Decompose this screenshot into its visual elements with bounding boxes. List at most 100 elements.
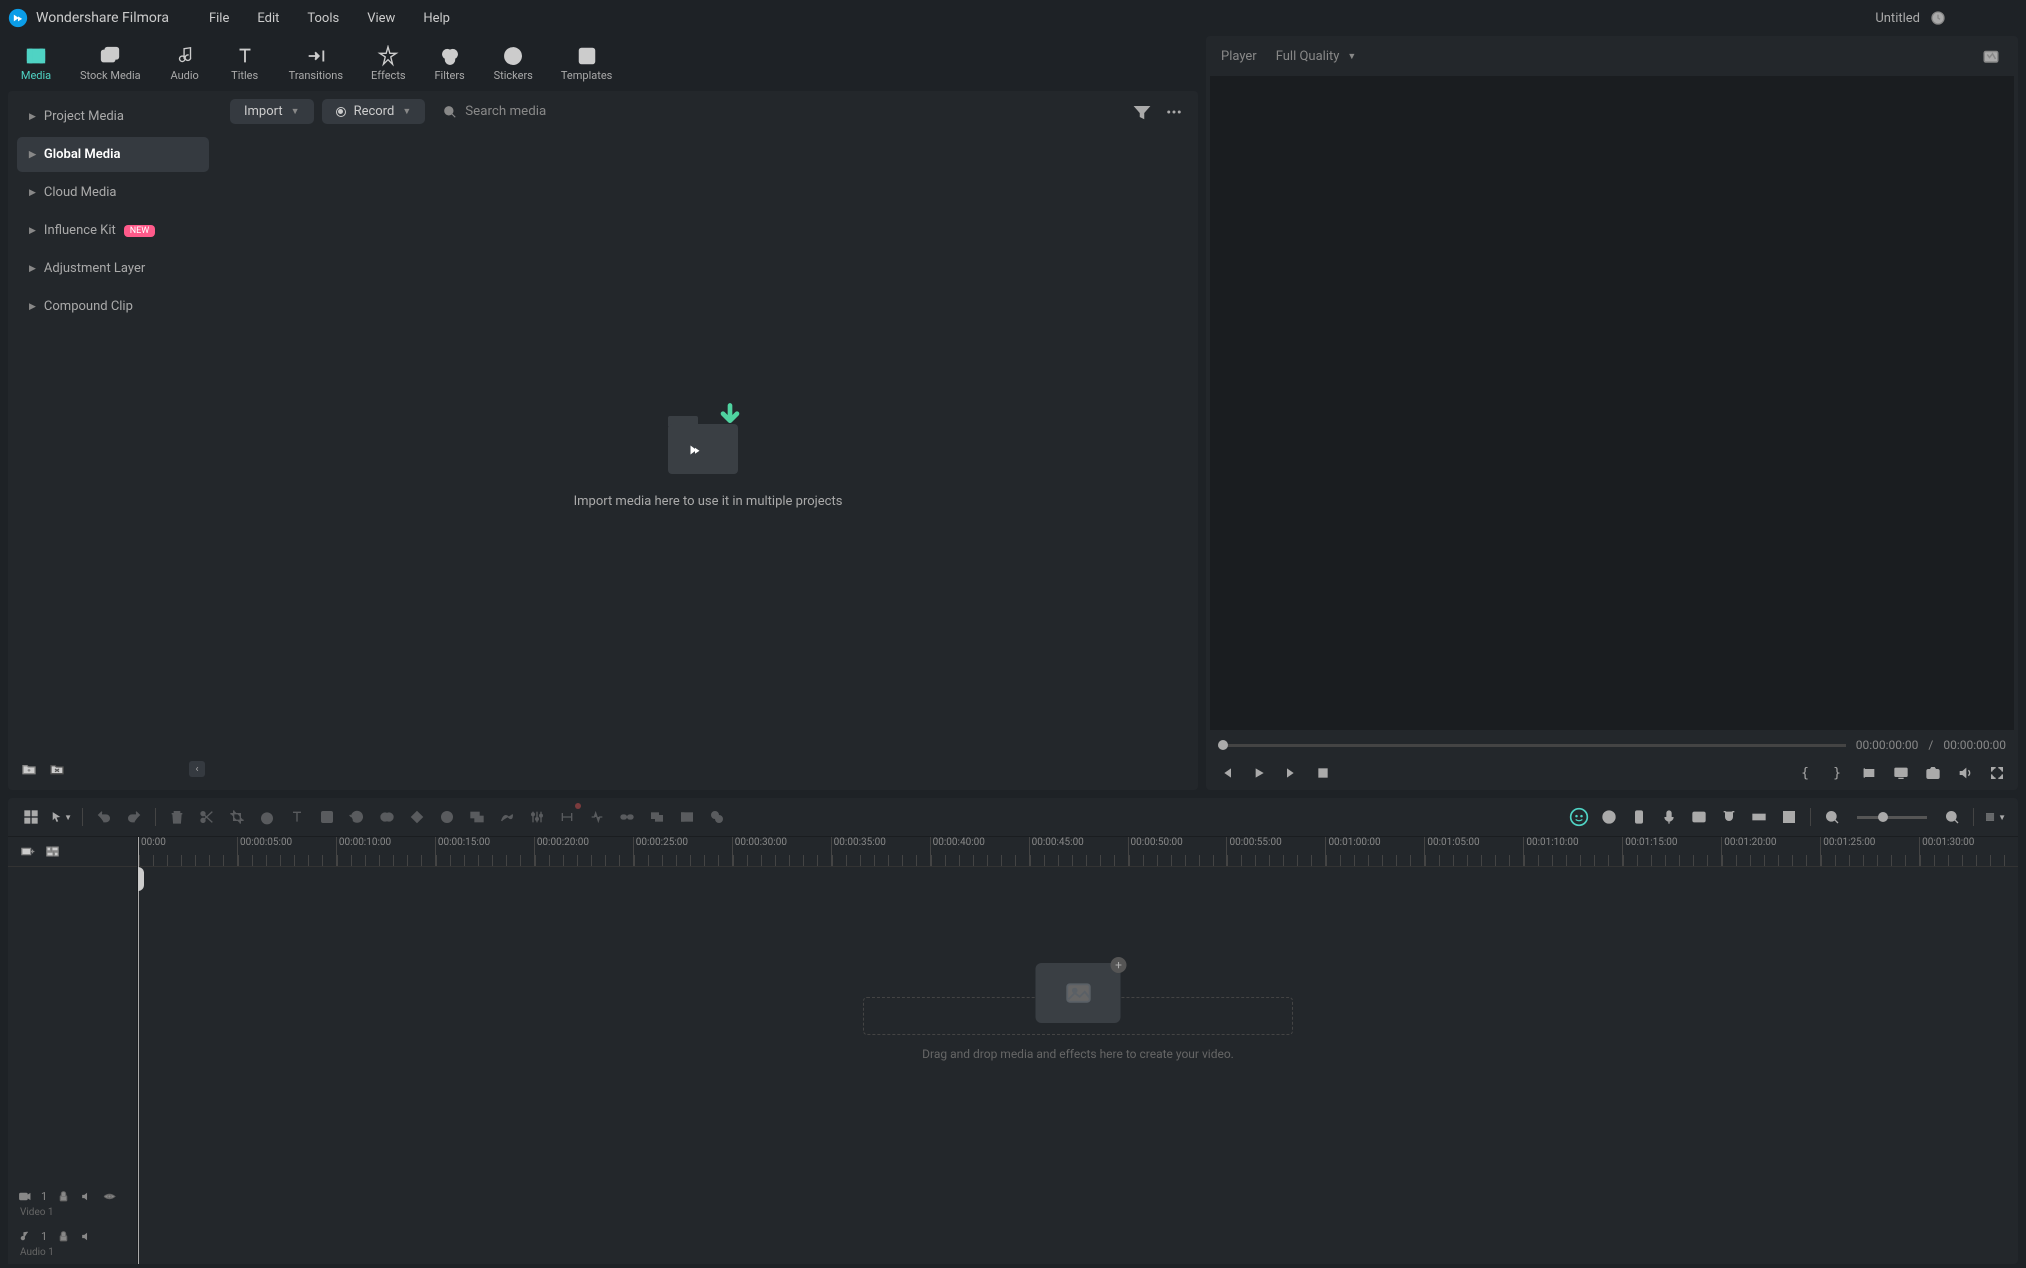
visible-icon[interactable] xyxy=(103,1190,116,1203)
time-total: 00:00:00:00 xyxy=(1943,738,2006,752)
track-manage-icon[interactable] xyxy=(45,844,60,859)
quality-dropdown[interactable]: Full Quality ▼ xyxy=(1276,49,1357,64)
tab-transitions[interactable]: Transitions xyxy=(277,38,355,89)
record-button[interactable]: Record ▼ xyxy=(322,99,426,124)
new-folder-icon[interactable] xyxy=(21,761,37,777)
tracks-area[interactable]: 00:00 00:00:05:00 00:00:10:00 00:00:15:0… xyxy=(138,837,2018,1264)
stop-button[interactable] xyxy=(1314,764,1332,782)
tab-effects[interactable]: Effects xyxy=(359,38,418,89)
snap-button[interactable] xyxy=(1718,806,1740,828)
marker-button[interactable] xyxy=(436,806,458,828)
ruler-tick: 00:00 xyxy=(138,837,237,866)
beat-button[interactable] xyxy=(586,806,608,828)
menu-edit[interactable]: Edit xyxy=(247,7,289,30)
video-track-header[interactable]: 1 xyxy=(18,1186,127,1207)
timeline-ruler[interactable]: 00:00 00:00:05:00 00:00:10:00 00:00:15:0… xyxy=(138,837,2018,867)
player-viewport xyxy=(1210,76,2014,730)
tab-media[interactable]: Media xyxy=(8,38,64,89)
lock-icon[interactable] xyxy=(57,1190,70,1203)
cursor-tool-button[interactable]: ▼ xyxy=(50,806,72,828)
trash-folder-icon[interactable] xyxy=(49,761,65,777)
audio-adjust-button[interactable] xyxy=(526,806,548,828)
sidebar-item-adjustment-layer[interactable]: ▶ Adjustment Layer xyxy=(17,251,209,286)
mask-button[interactable] xyxy=(376,806,398,828)
next-frame-button[interactable] xyxy=(1282,764,1300,782)
more-options-button[interactable] xyxy=(1162,100,1186,124)
player-tab-label[interactable]: Player xyxy=(1221,49,1257,64)
tab-titles[interactable]: Titles xyxy=(217,38,273,89)
player-panel: Player Full Quality ▼ 00:00:00:00 / 00:0… xyxy=(1206,36,2018,790)
zoom-in-button[interactable] xyxy=(1941,806,1963,828)
collapse-sidebar-button[interactable]: ‹ xyxy=(189,761,205,777)
tab-templates[interactable]: Templates xyxy=(549,38,624,89)
loop-button[interactable] xyxy=(1860,764,1878,782)
auto-ripple-button[interactable] xyxy=(1778,806,1800,828)
import-label: Import xyxy=(244,104,283,119)
import-button[interactable]: Import ▼ xyxy=(230,99,314,124)
tab-filters[interactable]: Filters xyxy=(422,38,478,89)
ai-copilot-button[interactable] xyxy=(1568,806,1590,828)
volume-button[interactable] xyxy=(1956,764,1974,782)
zoom-slider[interactable] xyxy=(1857,816,1927,819)
mark-out-button[interactable]: } xyxy=(1828,764,1846,782)
effects-manage-button[interactable] xyxy=(706,806,728,828)
menu-view[interactable]: View xyxy=(357,7,405,30)
link-button[interactable] xyxy=(616,806,638,828)
layout-button[interactable] xyxy=(20,806,42,828)
play-button[interactable] xyxy=(1250,764,1268,782)
speed-button[interactable] xyxy=(256,806,278,828)
rotate-button[interactable] xyxy=(346,806,368,828)
filter-button[interactable] xyxy=(1130,100,1154,124)
redo-button[interactable] xyxy=(123,806,145,828)
sidebar-item-cloud-media[interactable]: ▶ Cloud Media xyxy=(17,175,209,210)
crop-button[interactable] xyxy=(226,806,248,828)
mixer-button[interactable] xyxy=(1688,806,1710,828)
ruler-tick: 00:01:05:00 xyxy=(1424,837,1523,866)
display-button[interactable] xyxy=(1892,764,1910,782)
camera-button[interactable] xyxy=(1924,764,1942,782)
mute-icon[interactable] xyxy=(80,1230,93,1243)
lock-icon[interactable] xyxy=(57,1230,70,1243)
cloud-sync-icon[interactable] xyxy=(1930,10,1946,26)
snapshot-button[interactable] xyxy=(1979,44,2003,68)
ripple-button[interactable] xyxy=(1748,806,1770,828)
mark-in-button[interactable]: { xyxy=(1796,764,1814,782)
menu-file[interactable]: File xyxy=(199,7,239,30)
tab-stock-media[interactable]: Stock Media xyxy=(68,38,153,89)
group-button[interactable] xyxy=(646,806,668,828)
mobile-button[interactable] xyxy=(1628,806,1650,828)
progress-bar[interactable] xyxy=(1218,744,1846,747)
keyframe-button[interactable] xyxy=(406,806,428,828)
add-track-icon[interactable] xyxy=(20,844,35,859)
fullscreen-button[interactable] xyxy=(1988,764,2006,782)
new-badge: NEW xyxy=(124,225,156,237)
sidebar-item-global-media[interactable]: ▶ Global Media xyxy=(17,137,209,172)
color-button[interactable] xyxy=(316,806,338,828)
preview-render-button[interactable] xyxy=(1598,806,1620,828)
motion-button[interactable] xyxy=(496,806,518,828)
track-size-button[interactable]: ▼ xyxy=(1984,806,2006,828)
delete-button[interactable] xyxy=(166,806,188,828)
sidebar-item-influence-kit[interactable]: ▶ Influence Kit NEW xyxy=(17,213,209,248)
menu-help[interactable]: Help xyxy=(413,7,460,30)
detach-button[interactable] xyxy=(466,806,488,828)
media-drop-area[interactable]: Import media here to use it in multiple … xyxy=(218,132,1198,790)
sidebar-item-project-media[interactable]: ▶ Project Media xyxy=(17,99,209,134)
search-input[interactable] xyxy=(465,104,642,119)
audio-track-header[interactable]: 1 xyxy=(18,1226,127,1247)
menu-tools[interactable]: Tools xyxy=(297,7,349,30)
zoom-out-button[interactable] xyxy=(1821,806,1843,828)
chevron-down-icon: ▼ xyxy=(291,106,300,117)
mute-icon[interactable] xyxy=(80,1190,93,1203)
render-button[interactable] xyxy=(676,806,698,828)
tab-audio[interactable]: Audio xyxy=(157,38,213,89)
voiceover-button[interactable] xyxy=(1658,806,1680,828)
sidebar-item-compound-clip[interactable]: ▶ Compound Clip xyxy=(17,289,209,324)
prev-frame-button[interactable] xyxy=(1218,764,1236,782)
undo-button[interactable] xyxy=(93,806,115,828)
split-button[interactable] xyxy=(196,806,218,828)
tab-stickers[interactable]: Stickers xyxy=(482,38,545,89)
text-button[interactable] xyxy=(286,806,308,828)
playhead[interactable] xyxy=(138,837,139,1264)
range-button[interactable] xyxy=(556,806,578,828)
